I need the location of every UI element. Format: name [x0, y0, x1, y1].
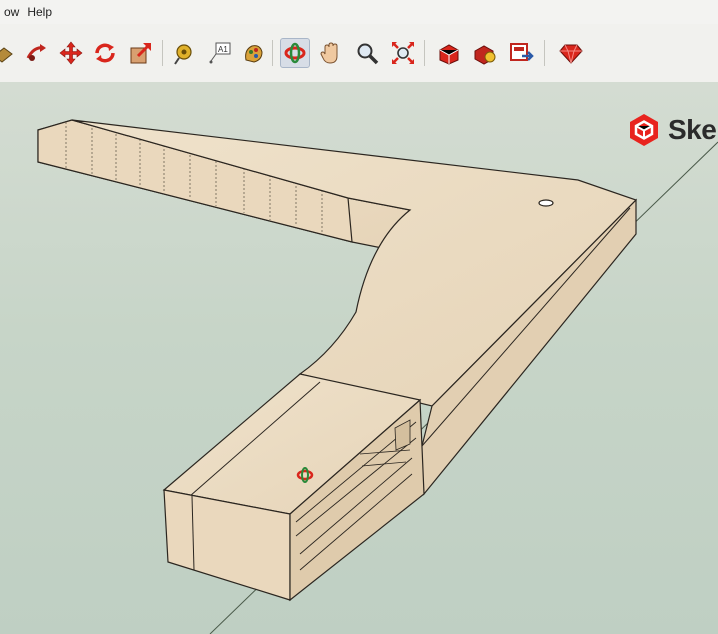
push-pull-icon	[26, 44, 46, 61]
orbit-tool[interactable]	[280, 38, 310, 68]
paint-tool[interactable]	[238, 38, 268, 68]
text-tool[interactable]: A1	[204, 38, 234, 68]
zoom-extents-icon	[392, 42, 414, 64]
model-viewport[interactable]: Ske	[0, 82, 718, 634]
pan-tool[interactable]	[316, 38, 346, 68]
scale-tool[interactable]	[126, 38, 156, 68]
tape-measure-icon	[174, 44, 192, 65]
pan-icon	[320, 42, 338, 64]
offset-icon	[130, 42, 152, 64]
zoom-tool[interactable]	[352, 38, 382, 68]
toolbar-separator	[424, 40, 425, 66]
paint-icon	[245, 45, 263, 63]
sketchup-logo-icon	[630, 114, 658, 146]
ruby-icon	[559, 44, 583, 64]
mounting-hole	[538, 199, 554, 207]
rotate-tool[interactable]	[90, 38, 120, 68]
zoom-extents-tool[interactable]	[388, 38, 418, 68]
tape-measure-tool[interactable]	[170, 38, 200, 68]
extension-warehouse-tool[interactable]	[506, 38, 536, 68]
warehouse-icon	[439, 44, 459, 65]
menu-bar: ow Help	[0, 0, 718, 24]
toolbar-separator	[544, 40, 545, 66]
move-icon	[59, 41, 83, 65]
large-tool-set-toolbar: A1	[0, 24, 718, 83]
3d-model-scene[interactable]	[0, 82, 718, 634]
components-tool[interactable]	[470, 38, 500, 68]
components-icon	[474, 45, 496, 65]
paint-bucket-tool[interactable]	[0, 38, 18, 68]
move-tool[interactable]	[56, 38, 86, 68]
extension-icon	[510, 43, 534, 61]
push-pull-tool[interactable]	[22, 38, 52, 68]
rotate-icon	[95, 43, 115, 63]
sketchup-logo: Ske	[626, 112, 717, 148]
menu-window[interactable]: ow	[0, 5, 23, 19]
sketchup-window: ow Help A1 Ske	[0, 0, 718, 634]
paint-bucket-icon	[0, 47, 13, 63]
text-label-icon: A1	[209, 42, 231, 64]
3d-warehouse-tool[interactable]	[434, 38, 464, 68]
zoom-icon	[357, 43, 379, 65]
menu-help[interactable]: Help	[23, 5, 56, 19]
svg-text:A1: A1	[218, 45, 228, 54]
sketchup-logo-text: Ske	[668, 114, 717, 145]
orbit-icon	[284, 42, 306, 64]
toolbar-separator	[272, 40, 273, 66]
ruby-console-tool[interactable]	[556, 38, 586, 68]
toolbar-separator	[162, 40, 163, 66]
